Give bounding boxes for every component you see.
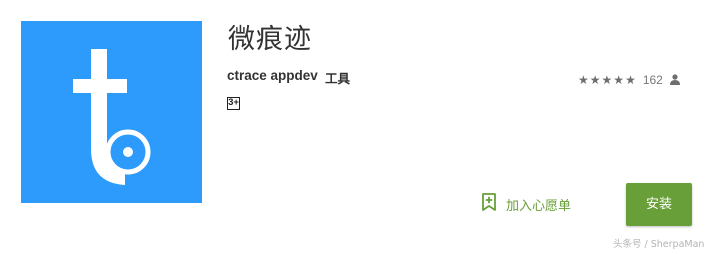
- watermark: 头条号 / SherpaMan: [613, 239, 705, 250]
- category-link[interactable]: 工具: [325, 68, 350, 87]
- star-icon: ★: [589, 72, 601, 87]
- ctrace-t-logo: [21, 21, 202, 203]
- star-icon: ★: [601, 72, 613, 87]
- star-icon: ★: [578, 72, 589, 87]
- star-icon: ★: [625, 72, 636, 87]
- install-button[interactable]: 安装: [626, 183, 692, 226]
- person-icon: [669, 70, 680, 89]
- rating-count: 162: [642, 72, 663, 87]
- add-to-wishlist-button[interactable]: 加入心愿单: [482, 193, 571, 215]
- app-title: 微痕迹: [228, 24, 312, 55]
- wishlist-label: 加入心愿单: [506, 198, 572, 214]
- developer-link[interactable]: ctrace appdev: [227, 68, 318, 83]
- app-icon: [21, 21, 202, 203]
- content-rating-badge: 3+: [227, 97, 240, 110]
- star-icon: ★: [613, 72, 625, 87]
- star-rating: ★ ★ ★ ★ ★: [578, 74, 636, 86]
- bookmark-plus-icon: [482, 193, 496, 215]
- rating-summary: ★ ★ ★ ★ ★ 162: [578, 70, 680, 89]
